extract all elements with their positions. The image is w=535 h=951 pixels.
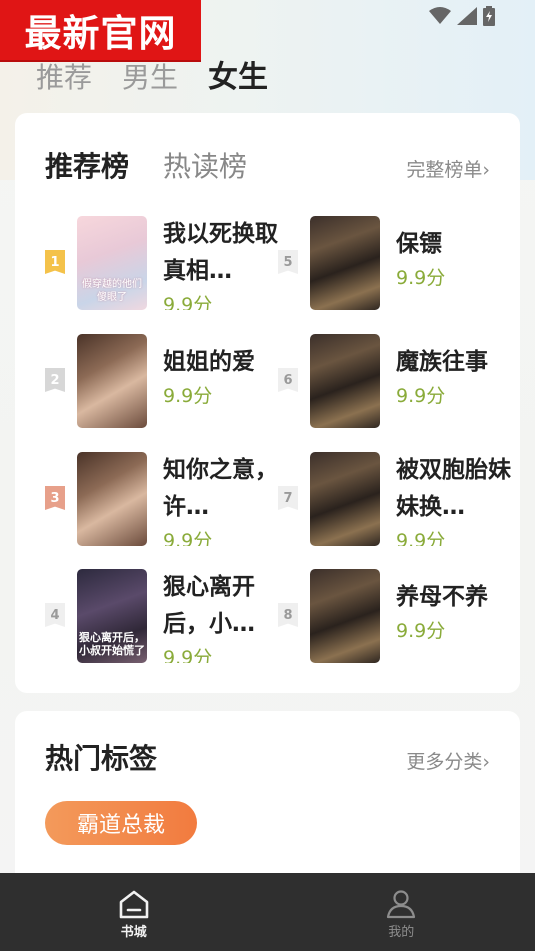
user-icon — [387, 890, 416, 919]
rank-badge: 1 — [45, 250, 65, 274]
tab-recommend[interactable]: 推荐 — [36, 56, 92, 96]
site-logo-badge: 最新官网 — [0, 0, 201, 62]
battery-icon — [483, 6, 495, 26]
book-title[interactable]: 知你之意，许… — [163, 452, 288, 526]
book-score: 9.9分 — [396, 385, 446, 407]
book-item[interactable]: 4 狠心离开后，小叔开始慌了 狠心离开后，小… 9.9分 — [45, 569, 285, 665]
full-ranking-link[interactable]: 完整榜单› — [406, 155, 490, 182]
book-title[interactable]: 魔族往事 — [396, 344, 521, 381]
ranking-card: 推荐榜 热读榜 完整榜单› 1 假穿越的他们傻眼了 我以死换取真相… 9.9分 … — [15, 113, 520, 693]
more-categories-link[interactable]: 更多分类› — [406, 747, 490, 774]
book-cover[interactable]: 狠心离开后，小叔开始慌了 — [77, 569, 147, 663]
book-score: 9.9分 — [396, 267, 446, 289]
rank-badge: 5 — [278, 250, 298, 274]
book-info: 魔族往事 9.9分 — [396, 334, 521, 428]
book-item[interactable]: 6 魔族往事 9.9分 — [278, 334, 518, 430]
book-score: 9.9分 — [396, 530, 446, 546]
tab-male[interactable]: 男生 — [122, 56, 178, 96]
rank-badge: 2 — [45, 368, 65, 392]
book-cover[interactable] — [310, 334, 380, 428]
book-item[interactable]: 2 姐姐的爱 9.9分 — [45, 334, 285, 430]
book-info: 姐姐的爱 9.9分 — [163, 334, 288, 428]
tab-recommend-ranking[interactable]: 推荐榜 — [45, 145, 129, 185]
book-cover[interactable] — [77, 452, 147, 546]
book-title[interactable]: 被双胞胎妹妹换… — [396, 452, 521, 526]
book-cover[interactable] — [310, 452, 380, 546]
book-item[interactable]: 3 知你之意，许… 9.9分 — [45, 452, 285, 548]
book-item[interactable]: 7 被双胞胎妹妹换… 9.9分 — [278, 452, 518, 548]
book-info: 知你之意，许… 9.9分 — [163, 452, 288, 546]
home-icon — [119, 890, 149, 919]
signal-icon — [457, 7, 477, 25]
book-info: 狠心离开后，小… 9.9分 — [163, 569, 288, 663]
ranking-header: 推荐榜 热读榜 完整榜单› — [45, 145, 490, 185]
rank-badge: 3 — [45, 486, 65, 510]
book-cover[interactable] — [310, 569, 380, 663]
book-title[interactable]: 我以死换取真相… — [163, 216, 288, 290]
rank-badge: 4 — [45, 603, 65, 627]
rank-badge: 6 — [278, 368, 298, 392]
book-score: 9.9分 — [163, 530, 213, 546]
book-info: 被双胞胎妹妹换… 9.9分 — [396, 452, 521, 546]
tab-hot-reading-ranking[interactable]: 热读榜 — [163, 145, 247, 185]
tag-chip[interactable]: 霸道总裁 — [45, 801, 197, 845]
nav-mine[interactable]: 我的 — [268, 873, 535, 951]
status-bar — [429, 6, 495, 26]
full-ranking-label: 完整榜单 — [406, 159, 483, 181]
logo-text: 最新官网 — [24, 12, 177, 55]
book-item[interactable]: 8 养母不养 9.9分 — [278, 569, 518, 665]
hot-tags-title: 热门标签 — [45, 742, 158, 775]
book-cover[interactable]: 假穿越的他们傻眼了 — [77, 216, 147, 310]
book-item[interactable]: 5 保镖 9.9分 — [278, 216, 518, 312]
bottom-nav: 书城 我的 — [0, 873, 535, 951]
book-info: 我以死换取真相… 9.9分 — [163, 216, 288, 310]
book-cover[interactable] — [310, 216, 380, 310]
wifi-icon — [429, 7, 451, 24]
book-cover[interactable] — [77, 334, 147, 428]
book-score: 9.9分 — [163, 647, 213, 663]
book-score: 9.9分 — [163, 294, 213, 310]
cover-caption: 假穿越的他们傻眼了 — [82, 279, 142, 303]
nav-bookstore-label: 书城 — [120, 925, 147, 940]
hot-tags-header: 热门标签 更多分类› — [45, 737, 490, 777]
chevron-right-icon: › — [482, 751, 490, 773]
more-categories-label: 更多分类 — [406, 751, 483, 773]
book-item[interactable]: 1 假穿越的他们傻眼了 我以死换取真相… 9.9分 — [45, 216, 285, 312]
chevron-right-icon: › — [482, 159, 490, 181]
rank-badge: 8 — [278, 603, 298, 627]
cover-caption: 狠心离开后，小叔开始慌了 — [79, 631, 145, 657]
book-score: 9.9分 — [396, 620, 446, 642]
book-score: 9.9分 — [163, 385, 213, 407]
tab-female[interactable]: 女生 — [208, 52, 268, 96]
book-info: 保镖 9.9分 — [396, 216, 521, 310]
book-title[interactable]: 狠心离开后，小… — [163, 569, 288, 643]
nav-mine-label: 我的 — [388, 925, 415, 940]
nav-bookstore[interactable]: 书城 — [0, 873, 268, 951]
book-title[interactable]: 保镖 — [396, 226, 521, 263]
book-title[interactable]: 姐姐的爱 — [163, 344, 288, 381]
rank-badge: 7 — [278, 486, 298, 510]
book-info: 养母不养 9.9分 — [396, 569, 521, 663]
book-title[interactable]: 养母不养 — [396, 579, 521, 616]
